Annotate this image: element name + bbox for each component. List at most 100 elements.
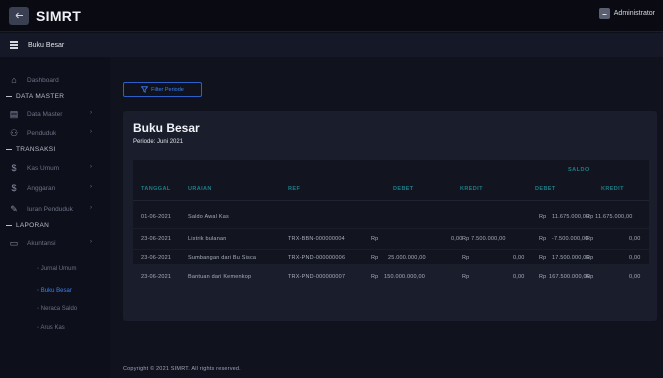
cell-saldo-kredit: 0,00 [629,255,641,261]
filter-period-button[interactable]: Filter Periode [123,82,202,97]
cell-uraian: Listrik bulanan [188,236,227,242]
chevron-right-icon: › [90,129,92,135]
cell-uraian: Sumbangan dari Bu Sisca [188,255,257,261]
app-title: SIMRT [36,7,82,24]
sidebar-item-label: Iuran Penduduk [27,205,73,213]
cell-saldo-debet: -7.500.000,00 [552,236,589,242]
cell-kredit: Rp 7.500.000,00 [462,236,506,242]
filter-icon [141,86,149,93]
cell-debet-currency: Rp [371,236,379,242]
section-label: LAPORAN [16,222,50,229]
top-navbar: SIMRT Administrator [0,0,663,32]
sidebar-subitem-arus-kas[interactable]: ◦ Arus Kas [37,325,65,331]
sidebar-item-label: Anggaran [27,184,56,192]
section-label: DATA MASTER [16,93,65,100]
cell-saldo-kredit: Rp 11.675.000,00 [586,214,633,220]
sidebar-item-penduduk[interactable]: ⚇ Penduduk [9,128,56,138]
sidebar-subitem-jurnal-umum[interactable]: ◦ Jurnal Umum [37,266,76,272]
row-divider [133,228,649,229]
row-divider [133,268,649,269]
saldo-group-header: SALDO [568,167,590,173]
section-label: TRANSAKSI [16,146,56,153]
cell-tanggal: 01-06-2021 [141,214,172,220]
header-divider [133,200,649,201]
sidebar-item-data-master[interactable]: ▤ Data Master [9,109,63,119]
cell-saldo-kredit-currency: Rp [586,255,594,261]
sidebar-item-label: Data Master [27,110,63,118]
sidebar-subitem-buku-besar[interactable]: ◦ Buku Besar [37,288,72,294]
sidebar-item-label: Dashboard [27,76,59,84]
cell-saldo-debet-currency: Rp [539,274,547,280]
column-header-uraian: URAIAN [188,186,212,192]
home-icon: ⌂ [11,75,17,85]
period-label: Periode: Juni 2021 [133,139,184,145]
cell-saldo-kredit-currency: Rp [586,274,594,280]
cell-ref: TRX-BBN-000000004 [288,236,345,242]
column-header-debet: DEBET [393,186,414,192]
column-header-ref: REF [288,186,301,192]
sidebar-item-akuntansi[interactable]: ▭ Akuntansi [9,238,56,248]
sidebar-item-anggaran[interactable]: $ Anggaran [9,183,55,193]
cell-saldo-debet-currency: Rp [539,236,547,242]
filter-label: Filter Periode [151,86,184,93]
cell-saldo-kredit: 0,00 [629,274,641,280]
sidebar-item-label: Penduduk [27,129,57,137]
chevron-right-icon: › [90,164,92,170]
sidebar-item-kas-umum[interactable]: $ Kas Umum [9,163,59,173]
sidebar-item-label: Kas Umum [27,164,60,172]
sidebar-subitem-label: Arus Kas [40,325,65,331]
cell-debet: 150.000.000,00 [384,274,426,280]
monitor-icon: ▭ [9,238,19,248]
sidebar-section-transaksi: TRANSAKSI [6,146,56,153]
dollar-icon: $ [11,163,17,173]
cell-debet-currency: Rp [371,255,379,261]
cell-tanggal: 23-06-2021 [141,274,172,280]
cell-tanggal: 23-06-2021 [141,255,172,261]
hamburger-menu-icon[interactable] [10,41,18,49]
sidebar-item-label: Akuntansi [27,239,56,247]
cell-saldo-kredit-currency: Rp [586,236,594,242]
cell-ref: TRX-PND-000000006 [288,255,346,261]
chevron-right-icon: › [90,184,92,190]
user-menu[interactable]: Administrator [598,8,655,19]
back-arrow-button[interactable] [9,6,29,25]
footer-copyright: Copyright © 2021 SIMRT. All rights reser… [123,366,241,372]
column-header-saldo-kredit: KREDIT [601,186,624,192]
page-title: Buku Besar [133,121,200,135]
sidebar-item-iuran-penduduk[interactable]: ✎ Iuran Penduduk [9,204,73,214]
cell-kredit-currency: Rp [462,255,470,261]
chevron-right-icon: › [90,205,92,211]
sidebar-subitem-neraca-saldo[interactable]: ◦ Neraca Saldo [37,306,77,312]
sidebar-item-dashboard[interactable]: ⌂ Dashboard [9,75,59,85]
edit-icon: ✎ [10,204,18,214]
cell-saldo-debet: 11.675.000,00 [552,214,590,220]
row-divider [133,249,649,250]
page-breadcrumb: Buku Besar [28,41,65,49]
cell-kredit: 0,00 [513,255,525,261]
cell-kredit-currency: Rp [462,274,470,280]
arrow-left-icon [15,12,23,19]
chevron-right-icon: › [90,110,92,116]
cell-uraian: Bantuan dari Kemenkop [188,274,252,280]
cell-ref: TRX-PND-000000007 [288,274,346,280]
avatar [598,8,610,19]
column-header-saldo-debet: DEBET [535,186,556,192]
sidebar-section-laporan: LAPORAN [6,222,49,229]
cell-saldo-debet-currency: Rp [539,214,547,220]
cell-debet-currency: Rp [371,274,379,280]
cell-saldo-debet: 167.500.000,00 [549,274,591,280]
page-header: Buku Besar [0,33,663,57]
cell-debet: 0,00 [451,236,463,242]
sidebar-subitem-label: Neraca Saldo [40,306,78,312]
cell-debet: 25.000.000,00 [388,255,426,261]
users-icon: ⚇ [9,128,19,138]
cell-uraian: Saldo Awal Kas [188,214,229,220]
cell-kredit: 0,00 [513,274,525,280]
chevron-down-icon: › [90,239,92,245]
sidebar-subitem-label: Jurnal Umum [40,266,77,272]
user-name: Administrator [613,10,655,17]
cell-saldo-debet-currency: Rp [539,255,547,261]
sidebar-section-data-master: DATA MASTER [6,93,64,100]
column-header-tanggal: TANGGAL [141,186,171,192]
cell-saldo-kredit: 0,00 [629,236,641,242]
